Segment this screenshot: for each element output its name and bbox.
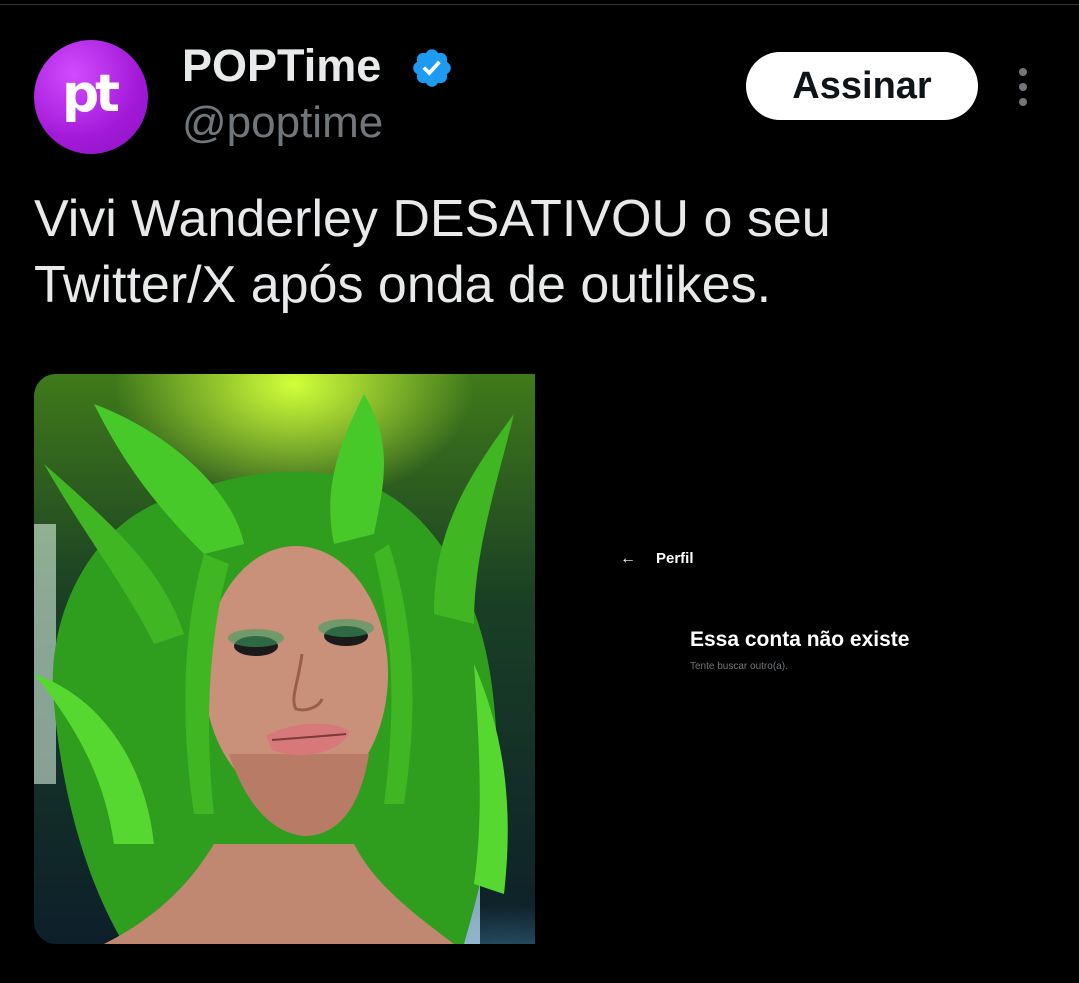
back-arrow-icon: ←: [620, 550, 636, 567]
author-name[interactable]: POPTime: [182, 40, 381, 92]
author-handle[interactable]: @poptime: [182, 98, 383, 148]
portrait-photo[interactable]: [34, 374, 535, 944]
top-divider: [0, 4, 1079, 5]
tweet-text: Vivi Wanderley DESATIVOU o seu Twitter/X…: [34, 190, 831, 314]
subscribe-button[interactable]: Assinar: [746, 52, 978, 120]
profile-screenshot: [535, 374, 1044, 944]
more-vertical-icon[interactable]: [1008, 66, 1038, 108]
author-avatar[interactable]: pt: [34, 40, 148, 154]
verified-badge-icon: [413, 49, 451, 87]
tweet-media[interactable]: ← Perfil Essa conta não existe Tente bus…: [34, 374, 1044, 944]
profile-header-label: Perfil: [656, 550, 694, 567]
account-not-found-subtitle: Tente buscar outro(a).: [690, 661, 788, 672]
account-not-found-title: Essa conta não existe: [690, 628, 910, 651]
avatar-logo-text: pt: [61, 64, 120, 124]
portrait-illustration: [34, 394, 514, 944]
